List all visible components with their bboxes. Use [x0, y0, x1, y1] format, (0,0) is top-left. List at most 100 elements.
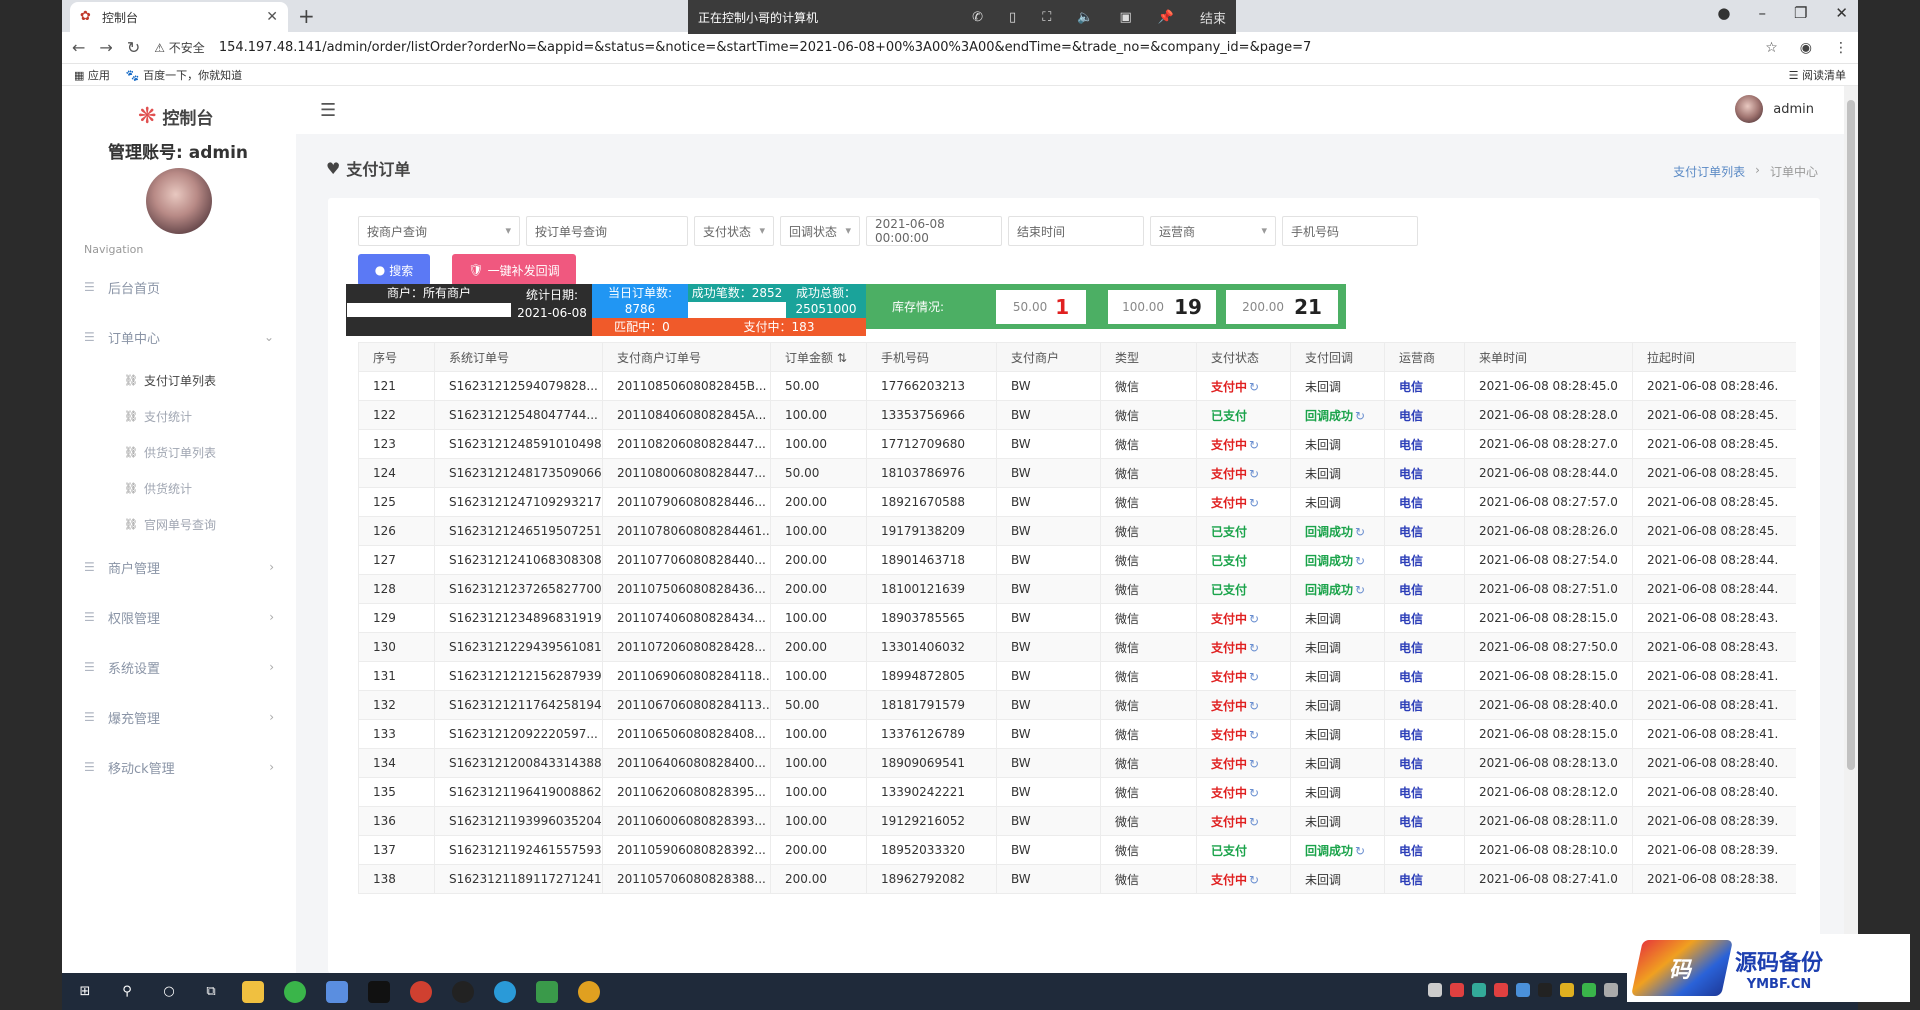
tray-icon[interactable]	[1604, 983, 1618, 997]
table-row[interactable]: 128 S16231212372658277​00 2011075060808284…	[358, 574, 1796, 604]
refresh-icon[interactable]: ↻	[1355, 409, 1365, 423]
task-view-icon[interactable]: ⧉	[200, 981, 222, 1003]
tray-icon[interactable]	[1516, 983, 1530, 997]
forward-icon[interactable]: →	[99, 38, 112, 57]
new-tab-button[interactable]: +	[298, 4, 315, 28]
page-scrollbar[interactable]	[1844, 86, 1858, 973]
sidebar-sub-supply-orders[interactable]: ⛓ 供货订单列表	[62, 434, 296, 470]
sidebar-item-mobile-ck[interactable]: ☰ 移动ck管理 ›	[62, 742, 296, 792]
refresh-icon[interactable]: ↻	[1355, 844, 1365, 858]
app-blue-icon[interactable]	[326, 980, 348, 1003]
col-header[interactable]: 运营商	[1384, 342, 1465, 372]
app-red-icon[interactable]	[410, 980, 432, 1003]
cortana-icon[interactable]: ○	[158, 981, 180, 1003]
sidebar-sub-supply-stats[interactable]: ⛓ 供货统计	[62, 470, 296, 506]
sidebar-item-orders[interactable]: ☰ 订单中心 ⌄	[62, 312, 296, 362]
table-row[interactable]: 136 S16231211939960352​04 2011060060808283…	[358, 806, 1796, 836]
url-field[interactable]: 154.197.48.141/admin/order/listOrder?ord…	[219, 40, 1751, 55]
reload-icon[interactable]: ↻	[127, 38, 140, 57]
refresh-icon[interactable]: ↻	[1249, 641, 1259, 655]
sidebar-item-settings[interactable]: ☰ 系统设置 ›	[62, 642, 296, 692]
qq-icon[interactable]	[452, 980, 474, 1003]
pin-icon[interactable]: 📌	[1158, 10, 1174, 25]
scrollbar-thumb[interactable]	[1847, 100, 1855, 770]
tray-icon[interactable]	[1472, 983, 1486, 997]
table-row[interactable]: 123 S16231212485910104​98 2011082060808284…	[358, 429, 1796, 459]
tray-icon[interactable]	[1428, 983, 1442, 997]
sort-icon[interactable]: ⇅	[833, 351, 847, 365]
search-button[interactable]: ● 搜索	[358, 254, 430, 286]
col-header[interactable]: 手机号码	[866, 342, 997, 372]
sidebar-item-permissions[interactable]: ☰ 权限管理 ›	[62, 592, 296, 642]
refresh-icon[interactable]: ↻	[1355, 525, 1365, 539]
app-green-icon[interactable]	[284, 980, 306, 1003]
minimize-icon[interactable]: –	[1758, 4, 1766, 22]
tray-icon[interactable]	[1560, 983, 1574, 997]
table-row[interactable]: 130 S16231212294395610​81 2011072060808284…	[358, 632, 1796, 662]
play-store-icon[interactable]	[536, 980, 558, 1003]
col-header-amount-sortable[interactable]: 订单金额 ⇅	[770, 342, 867, 372]
terminal-icon[interactable]	[368, 980, 390, 1003]
refresh-icon[interactable]: ↻	[1249, 380, 1259, 394]
refresh-icon[interactable]: ↻	[1249, 438, 1259, 452]
table-row[interactable]: 125 S16231212471092932​17 2011079060808284…	[358, 487, 1796, 517]
screen-icon[interactable]: ▣	[1120, 10, 1132, 25]
breadcrumb-link[interactable]: 支付订单列表	[1673, 163, 1745, 180]
resend-callback-button[interactable]: 🛡 一键补发回调	[452, 254, 576, 286]
table-row[interactable]: 132 S16231212117642581​94 2011067060808284…	[358, 690, 1796, 720]
security-warning[interactable]: ⚠ 不安全	[154, 39, 205, 56]
table-row[interactable]: 134 S16231212008433143​88 2011064060808284…	[358, 748, 1796, 778]
end-time-input[interactable]: 结束时间	[1008, 216, 1144, 246]
end-button[interactable]: 结束	[1200, 8, 1226, 27]
operator-select[interactable]: 运营商	[1150, 216, 1276, 246]
callback-status-select[interactable]: 回调状态	[780, 216, 860, 246]
sidebar-sub-pay-orders[interactable]: ⛓ 支付订单列表	[62, 362, 296, 398]
profile-menu-icon[interactable]: ●	[1717, 4, 1730, 22]
table-row[interactable]: 121 S16231212594079828... 2011085060808284…	[358, 371, 1796, 401]
col-header[interactable]: 支付商户	[996, 342, 1101, 372]
refresh-icon[interactable]: ↻	[1249, 873, 1259, 887]
browser-tab[interactable]: ✿ 控制台 ✕	[70, 2, 288, 32]
col-header[interactable]: 支付商户订单号	[602, 342, 771, 372]
table-row[interactable]: 127 S16231212410683083​08 2011077060808284…	[358, 545, 1796, 575]
table-row[interactable]: 131 S16231212121562879​39 2011069060808284…	[358, 661, 1796, 691]
restore-icon[interactable]: ❐	[1794, 4, 1807, 22]
merchant-select[interactable]: 按商户查询	[358, 216, 520, 246]
table-row[interactable]: 122 S16231212548047744... 2011084060808284…	[358, 400, 1796, 430]
sidebar-item-merchants[interactable]: ☰ 商户管理 ›	[62, 542, 296, 592]
pay-status-select[interactable]: 支付状态	[694, 216, 774, 246]
file-explorer-icon[interactable]	[242, 980, 264, 1003]
account-icon[interactable]: ◉	[1800, 40, 1812, 56]
tray-icon[interactable]	[1494, 983, 1508, 997]
back-icon[interactable]: ←	[72, 38, 85, 57]
close-tab-icon[interactable]: ✕	[266, 9, 278, 25]
col-header[interactable]: 类型	[1100, 342, 1197, 372]
tray-icon[interactable]	[1582, 983, 1596, 997]
refresh-icon[interactable]: ↻	[1355, 583, 1365, 597]
col-header[interactable]: 序号	[358, 342, 435, 372]
chrome-icon[interactable]	[578, 980, 600, 1003]
table-row[interactable]: 137 S16231211924615575​93 2011059060808283…	[358, 835, 1796, 865]
sidebar-item-home[interactable]: ☰ 后台首页	[62, 262, 296, 312]
sidebar-sub-official-query[interactable]: ⛓ 官网单号查询	[62, 506, 296, 542]
menu-icon[interactable]: ⋮	[1834, 40, 1848, 56]
reading-list[interactable]: ☰ 阅读清单	[1789, 67, 1846, 83]
order-no-input[interactable]: 按订单号查询	[526, 216, 688, 246]
col-header[interactable]: 来单时间	[1464, 342, 1633, 372]
table-row[interactable]: 133 S16231212092220597... 2011065060808284…	[358, 719, 1796, 749]
col-header[interactable]: 拉起时间	[1632, 342, 1796, 372]
table-row[interactable]: 135 S16231211964190088​62 2011062060808283…	[358, 777, 1796, 807]
tray-icon[interactable]	[1538, 983, 1552, 997]
hamburger-icon[interactable]: ☰	[320, 100, 336, 121]
start-time-input[interactable]: 2021-06-08 00:00:00	[866, 216, 1002, 246]
col-header[interactable]: 支付回调	[1290, 342, 1385, 372]
sidebar-item-recharge[interactable]: ☰ 爆充管理 ›	[62, 692, 296, 742]
refresh-icon[interactable]: ↻	[1249, 467, 1259, 481]
tray-icon[interactable]	[1450, 983, 1464, 997]
refresh-icon[interactable]: ↻	[1249, 815, 1259, 829]
sidebar-sub-pay-stats[interactable]: ⛓ 支付统计	[62, 398, 296, 434]
col-header[interactable]: 支付状态	[1196, 342, 1291, 372]
bookmark-star-icon[interactable]: ☆	[1765, 40, 1778, 56]
col-header[interactable]: 系统订单号	[434, 342, 603, 372]
table-row[interactable]: 138 S16231211891172712​41 2011057060808283…	[358, 864, 1796, 894]
